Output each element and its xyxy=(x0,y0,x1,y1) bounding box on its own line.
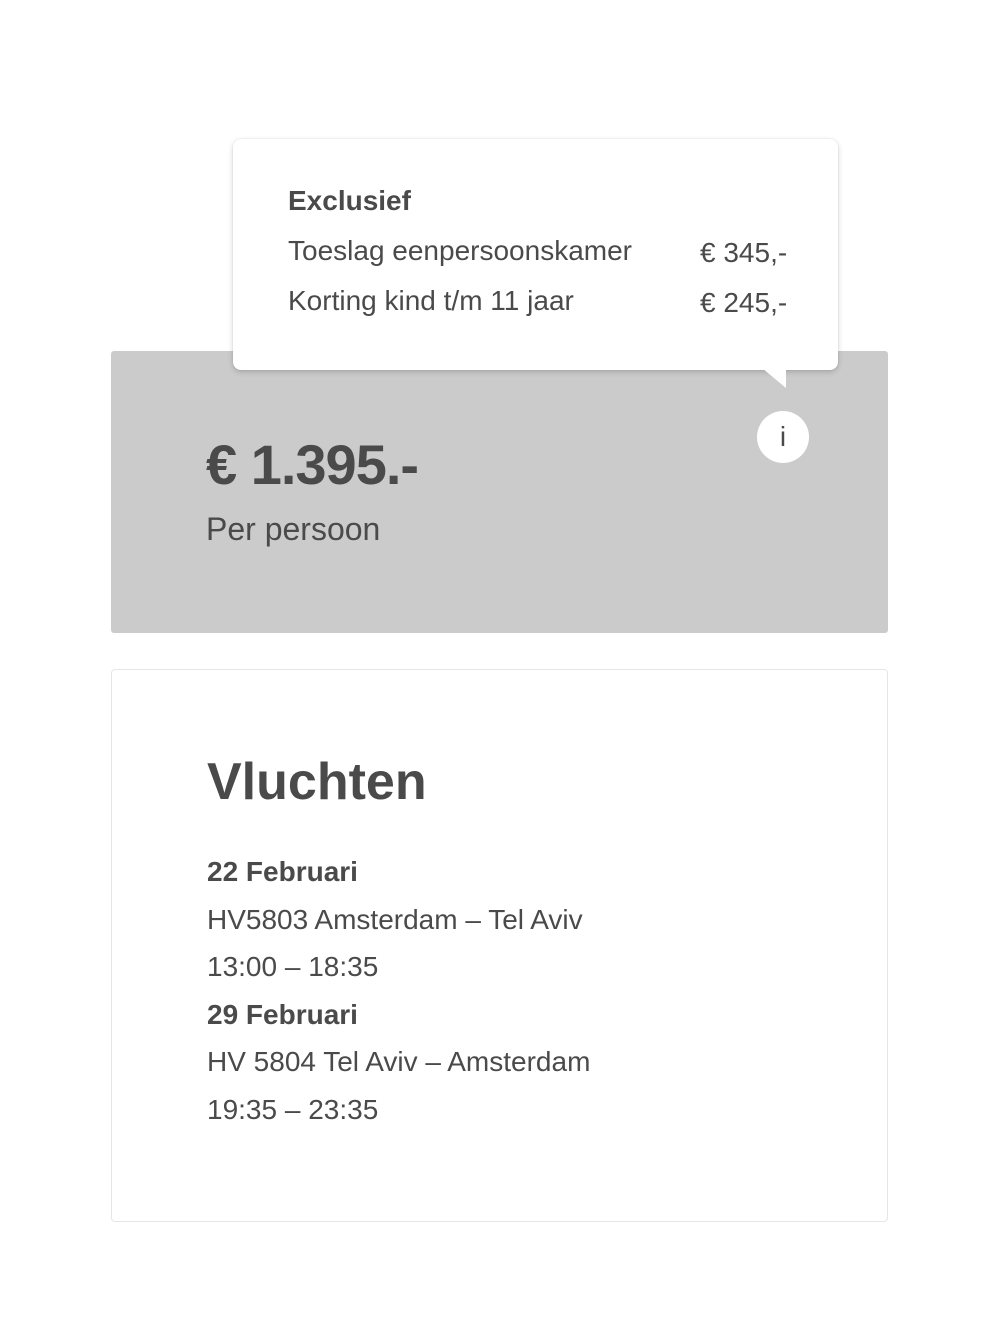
tooltip-row-value: € 345,- xyxy=(700,237,788,268)
tooltip-title: Exclusief xyxy=(288,185,411,216)
flight-date: 29 Februari xyxy=(207,998,358,1030)
flight-date: 22 Februari xyxy=(207,856,358,887)
price-info-tooltip: Exclusief Toeslag eenpersoonskamer € 345… xyxy=(233,139,838,388)
tooltip-row-label: Toeslag eenpersoonskamer xyxy=(288,235,632,266)
flight-route: HV 5804 Tel Aviv – Amsterdam xyxy=(207,1046,591,1077)
flight-route: HV5803 Amsterdam – Tel Aviv xyxy=(207,903,583,935)
info-icon[interactable]: i xyxy=(757,411,809,463)
price-amount: € 1.395.- xyxy=(206,433,419,496)
flights-list: 22 Februari HV5803 Amsterdam – Tel Aviv … xyxy=(207,848,590,1133)
flights-title: Vluchten xyxy=(207,753,427,811)
flights-card: Vluchten 22 Februari HV5803 Amsterdam – … xyxy=(111,669,888,1222)
price-panel: € 1.395.- Per persoon i xyxy=(111,351,888,633)
price-per-person-label: Per persoon xyxy=(206,511,381,547)
tooltip-row-value: € 245,- xyxy=(700,287,788,318)
tooltip-row-label: Korting kind t/m 11 jaar xyxy=(288,285,574,316)
flight-time: 19:35 – 23:35 xyxy=(207,1093,379,1125)
flight-time: 13:00 – 18:35 xyxy=(207,951,379,982)
info-icon-glyph: i xyxy=(779,421,787,452)
